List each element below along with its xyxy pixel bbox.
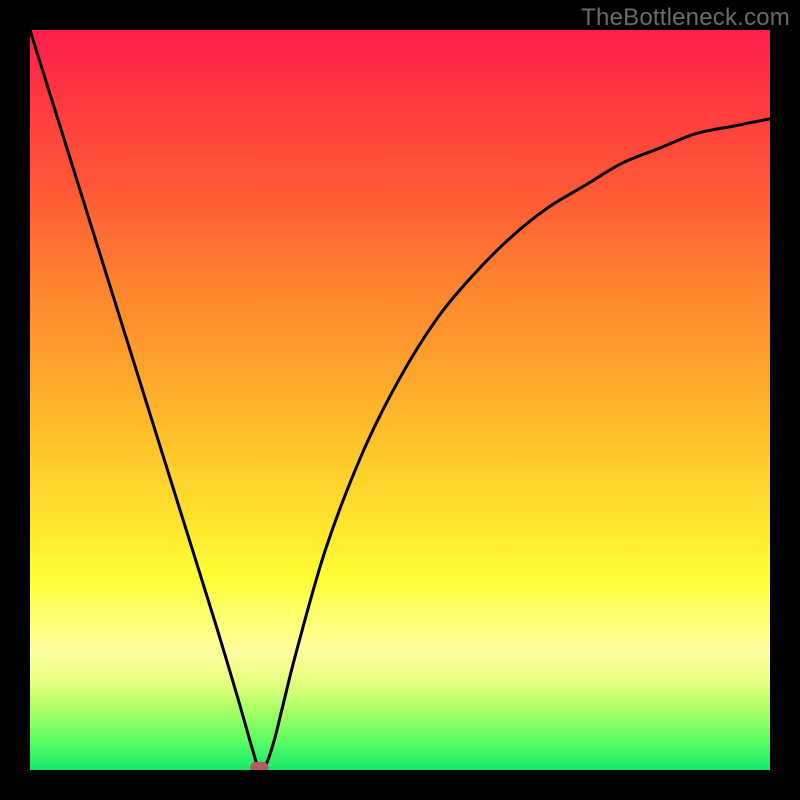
- watermark-label: TheBottleneck.com: [581, 4, 790, 32]
- plot-background: [30, 30, 770, 770]
- chart-frame: TheBottleneck.com: [0, 0, 800, 800]
